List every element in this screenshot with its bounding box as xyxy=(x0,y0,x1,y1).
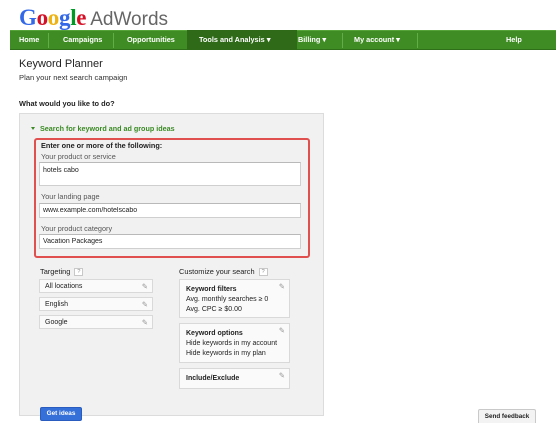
adwords-logo[interactable]: Google AdWords xyxy=(19,5,168,31)
filter-avg-monthly-searches: Avg. monthly searches ≥ 0 xyxy=(186,296,269,303)
pencil-icon[interactable]: ✎ xyxy=(279,281,285,292)
page-title: Keyword Planner xyxy=(19,58,103,70)
nav-campaigns[interactable]: Campaigns xyxy=(63,30,102,50)
keyword-filters-box[interactable]: Keyword filters Avg. monthly searches ≥ … xyxy=(179,279,290,318)
product-service-input[interactable] xyxy=(39,162,301,186)
help-icon[interactable]: ? xyxy=(258,267,268,276)
keyword-options-box[interactable]: Keyword options Hide keywords in my acco… xyxy=(179,323,290,363)
keyword-options-title: Keyword options xyxy=(186,330,243,337)
nav-divider xyxy=(417,33,418,48)
google-letter: o xyxy=(47,5,60,30)
option-hide-in-account: Hide keywords in my account xyxy=(186,340,278,347)
nav-divider xyxy=(113,33,114,48)
google-letter: e xyxy=(76,5,87,30)
option-hide-in-plan: Hide keywords in my plan xyxy=(186,350,266,357)
nav-opportunities[interactable]: Opportunities xyxy=(127,30,175,50)
pencil-icon[interactable]: ✎ xyxy=(279,370,285,381)
nav-my-account[interactable]: My account ▾ xyxy=(354,30,400,50)
search-keyword-ideas-toggle[interactable]: Search for keyword and ad group ideas xyxy=(31,124,175,133)
main-nav-bar: Home Campaigns Opportunities Tools and A… xyxy=(10,30,556,50)
product-service-label: Your product or service xyxy=(41,152,116,161)
targeting-network-label: Google xyxy=(45,319,68,326)
product-category-input[interactable] xyxy=(39,234,301,249)
nav-billing[interactable]: Billing ▾ xyxy=(298,30,326,50)
triangle-down-icon xyxy=(31,127,35,130)
google-letter: G xyxy=(19,5,37,30)
pencil-icon[interactable]: ✎ xyxy=(142,299,148,310)
keyword-filters-title: Keyword filters xyxy=(186,286,237,293)
targeting-language-label: English xyxy=(45,301,68,308)
targeting-network[interactable]: Google ✎ xyxy=(39,315,153,329)
pencil-icon[interactable]: ✎ xyxy=(279,325,285,336)
targeting-locations-label: All locations xyxy=(45,283,83,290)
filter-avg-cpc: Avg. CPC ≥ $0.00 xyxy=(186,306,242,313)
google-letter: g xyxy=(59,5,71,30)
toggle-label: Search for keyword and ad group ideas xyxy=(40,124,175,133)
customize-heading: Customize your search ? xyxy=(179,267,268,276)
nav-tools-and-analysis[interactable]: Tools and Analysis ▾ xyxy=(187,30,297,50)
send-feedback-button[interactable]: Send feedback xyxy=(478,409,536,423)
product-category-label: Your product category xyxy=(41,224,113,233)
customize-label: Customize your search xyxy=(179,267,255,276)
section-question: What would you like to do? xyxy=(19,99,115,108)
nav-home[interactable]: Home xyxy=(19,30,39,50)
landing-page-input[interactable] xyxy=(39,203,301,218)
nav-divider xyxy=(342,33,343,48)
pencil-icon[interactable]: ✎ xyxy=(142,317,148,328)
targeting-label: Targeting xyxy=(40,267,71,276)
landing-page-label: Your landing page xyxy=(41,192,100,201)
nav-help[interactable]: Help xyxy=(506,30,522,50)
targeting-language[interactable]: English ✎ xyxy=(39,297,153,311)
help-icon[interactable]: ? xyxy=(74,267,84,276)
targeting-heading: Targeting ? xyxy=(40,267,84,276)
enter-one-or-more-label: Enter one or more of the following: xyxy=(41,141,163,150)
pencil-icon[interactable]: ✎ xyxy=(142,281,148,292)
include-exclude-title: Include/Exclude xyxy=(186,375,240,382)
get-ideas-button[interactable]: Get ideas xyxy=(40,407,82,421)
adwords-wordmark: AdWords xyxy=(90,9,169,30)
targeting-locations[interactable]: All locations ✎ xyxy=(39,279,153,293)
google-wordmark: Google xyxy=(19,5,87,31)
include-exclude-box[interactable]: Include/Exclude ✎ xyxy=(179,368,290,389)
nav-divider xyxy=(48,33,49,48)
google-letter: o xyxy=(36,5,49,30)
page-subtitle: Plan your next search campaign xyxy=(19,73,128,82)
